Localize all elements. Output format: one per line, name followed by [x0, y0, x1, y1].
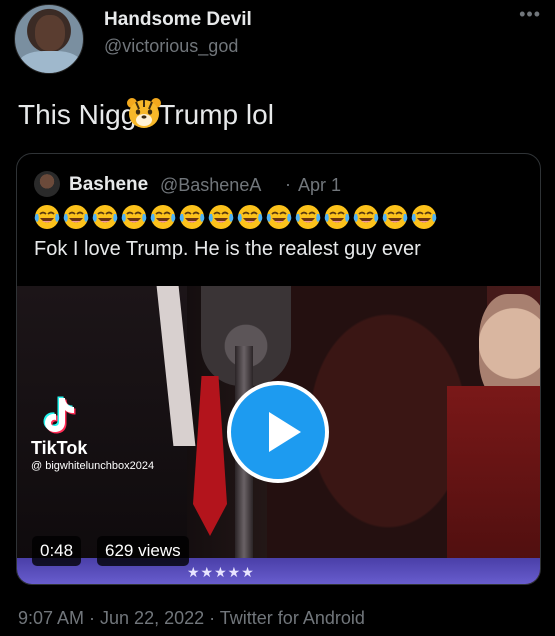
quoted-author-display-name[interactable]: Bashene [69, 174, 148, 196]
face-with-tears-of-joy-icon [150, 205, 176, 229]
play-button[interactable] [227, 381, 329, 483]
face-with-tears-of-joy-icon [353, 205, 379, 229]
tiktok-watermark-user: @ bigwhitelunchbox2024 [31, 460, 155, 472]
video-duration-badge: 0:48 [32, 536, 82, 566]
face-with-tears-of-joy-icon [63, 205, 89, 229]
tiger-face-icon [126, 97, 162, 129]
quoted-tweet[interactable]: Bashene @BasheneA · Apr 1 Fok I love Tru… [16, 153, 541, 585]
tweet: Handsome Devil @victorious_god ••• This … [0, 0, 555, 636]
face-with-tears-of-joy-icon [179, 205, 205, 229]
play-icon [269, 412, 301, 452]
face-with-tears-of-joy-icon [411, 205, 437, 229]
face-with-tears-of-joy-icon [34, 205, 60, 229]
emoji-row [33, 203, 438, 231]
video-media[interactable]: ★★★★★ TikTok @ bigwhitelunchbox2024 0:48… [17, 286, 540, 584]
quoted-tweet-text: Fok I love Trump. He is the realest guy … [34, 238, 421, 260]
tweet-text-after: Trump lol [158, 99, 274, 130]
more-options-icon[interactable]: ••• [519, 4, 541, 25]
quoted-author-handle[interactable]: @BasheneA [160, 175, 261, 196]
author-avatar[interactable] [14, 4, 84, 74]
face-with-tears-of-joy-icon [295, 205, 321, 229]
face-with-tears-of-joy-icon [237, 205, 263, 229]
face-with-tears-of-joy-icon [324, 205, 350, 229]
author-handle[interactable]: @victorious_god [104, 36, 238, 57]
quoted-date[interactable]: Apr 1 [298, 175, 341, 196]
quoted-separator: · [285, 174, 291, 194]
tweet-timestamp-source[interactable]: 9:07 AM · Jun 22, 2022 · Twitter for And… [18, 608, 365, 629]
face-with-tears-of-joy-icon [208, 205, 234, 229]
face-with-tears-of-joy-icon [382, 205, 408, 229]
face-with-tears-of-joy-icon [121, 205, 147, 229]
stars-decoration: ★★★★★ [187, 564, 255, 580]
tiktok-watermark-brand: TikTok [31, 438, 88, 458]
author-display-name[interactable]: Handsome Devil [104, 9, 252, 31]
video-views-badge: 629 views [97, 536, 189, 566]
tweet-text-before: This Nigg [18, 99, 137, 130]
quoted-author-avatar[interactable] [34, 171, 60, 197]
face-with-tears-of-joy-icon [266, 205, 292, 229]
face-with-tears-of-joy-icon [92, 205, 118, 229]
tiktok-logo-icon [43, 396, 76, 434]
tweet-text: This Nigg Trump lol [18, 97, 274, 131]
